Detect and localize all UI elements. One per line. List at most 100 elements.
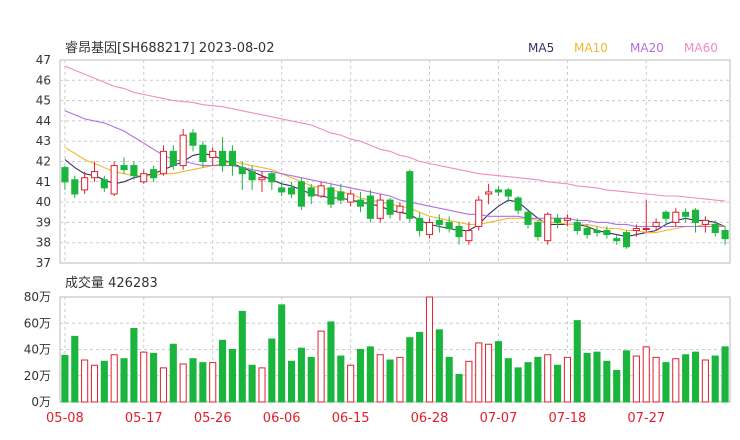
candle-body-down <box>199 144 207 162</box>
volume-bar-down <box>682 354 690 403</box>
candle-body-up <box>140 173 148 183</box>
candle-body-up <box>110 165 118 195</box>
volume-bar-down <box>622 350 631 403</box>
volume-bar-down <box>711 355 719 403</box>
volume-bar-up <box>672 358 680 403</box>
price-y-tick-label: 47 <box>36 53 51 67</box>
volume-bar-down <box>130 328 138 403</box>
price-y-tick-label: 43 <box>36 134 51 148</box>
x-date-label: 06-06 <box>263 411 301 426</box>
volume-bar-down <box>524 362 532 403</box>
volume-bar-up <box>140 351 148 403</box>
chart-title: 睿昂基因[SH688217] 2023-08-02 <box>65 41 274 56</box>
legend-ma10: MA10 <box>574 41 608 55</box>
candle-body-up <box>701 219 709 225</box>
volume-bar-up <box>81 359 89 403</box>
x-date-label: 05-08 <box>46 411 84 426</box>
candle-body-up <box>159 150 168 175</box>
volume-bar-down <box>406 337 414 403</box>
volume-bar-up <box>317 330 325 403</box>
candle-body-up <box>642 227 650 230</box>
volume-bar-down <box>120 358 128 403</box>
price-y-tick-label: 39 <box>36 215 51 229</box>
volume-bar-down <box>435 329 443 403</box>
volume-bar-up <box>347 364 355 403</box>
price-y-tick-label: 38 <box>36 236 51 250</box>
legend-ma20: MA20 <box>630 41 664 55</box>
candle-body-down <box>100 179 108 189</box>
volume-bar-down <box>238 310 246 403</box>
volume-bar-up <box>258 367 266 403</box>
candle-body-down <box>189 132 197 146</box>
candle-body-down <box>169 150 177 167</box>
volume-bar-up <box>563 356 571 403</box>
candle-body-down <box>337 191 345 201</box>
candle-body-down <box>150 169 158 179</box>
candle-body-down <box>494 189 503 193</box>
volume-bar-down <box>100 360 108 403</box>
volume-bar-down <box>219 339 227 403</box>
candle-body-up <box>475 199 483 227</box>
ma60-line <box>64 65 726 202</box>
candle-body-down <box>307 187 315 197</box>
volume-bar-down <box>61 354 69 403</box>
candle-body-down <box>356 199 365 207</box>
volume-bar-up <box>209 362 217 403</box>
volume-y-tick-label: 0万 <box>31 395 51 409</box>
candle-body-up <box>179 134 187 167</box>
volume-bar-down <box>297 347 305 403</box>
volume-bar-up <box>701 359 709 403</box>
volume-bar-up <box>642 346 650 403</box>
candle-body-down <box>711 223 719 234</box>
volume-bar-down <box>228 349 236 403</box>
price-y-tick-label: 37 <box>36 256 51 270</box>
chart-canvas: 47 46 45 44 43 42 41 40 39 38 37 80万 60万 40万 20万 0万 05-0… <box>24 41 731 426</box>
candle-body-up <box>544 213 552 242</box>
candle-body-down <box>554 217 562 223</box>
volume-bar-down <box>169 343 177 403</box>
candle-body-down <box>71 179 79 195</box>
volume-bar-up <box>396 356 404 403</box>
volume-bar-down <box>514 367 522 403</box>
volume-bar-down <box>721 346 729 403</box>
candle-body-down <box>248 171 256 181</box>
candle-body-down <box>287 187 296 195</box>
volume-bar-down <box>534 356 542 403</box>
volume-bar-down <box>613 370 621 403</box>
x-date-label: 07-27 <box>627 411 665 426</box>
price-y-tick-label: 44 <box>36 114 51 128</box>
volume-bar-up <box>376 354 384 403</box>
candle-body-down <box>603 230 611 236</box>
candle-body-down <box>583 227 591 236</box>
candle-body-up <box>465 230 473 242</box>
candle-body-down <box>662 211 670 219</box>
candle-body-down <box>445 221 453 229</box>
volume-bar-down <box>504 358 512 403</box>
candle-body-down <box>61 167 69 183</box>
price-y-tick-label: 45 <box>36 94 51 108</box>
candle-body-up <box>396 205 404 213</box>
volume-bar-up <box>465 360 473 403</box>
volume-bar-down <box>307 356 315 403</box>
candle-body-down <box>327 187 335 205</box>
candle-body-down <box>366 195 374 219</box>
volume-bar-down <box>356 349 365 403</box>
price-y-tick-label: 42 <box>36 155 51 169</box>
candle-body-down <box>455 225 463 238</box>
volume-bar-down <box>366 346 374 403</box>
candle-body-up <box>209 150 217 158</box>
candle-body-down <box>406 171 414 219</box>
candle-body-up <box>376 199 384 219</box>
x-date-label: 06-15 <box>332 411 370 426</box>
x-date-label: 06-28 <box>411 411 449 426</box>
candle-body-down <box>593 230 601 234</box>
x-date-label: 07-07 <box>480 411 518 426</box>
volume-bar-down <box>455 373 463 403</box>
candle-body-down <box>238 167 246 175</box>
price-y-tick-label: 46 <box>36 73 51 87</box>
volume-bar-up <box>179 363 187 403</box>
x-date-label: 07-18 <box>549 411 587 426</box>
x-date-label: 05-17 <box>125 411 163 426</box>
volume-bar-down <box>150 352 158 403</box>
candle-body-down <box>120 165 128 171</box>
